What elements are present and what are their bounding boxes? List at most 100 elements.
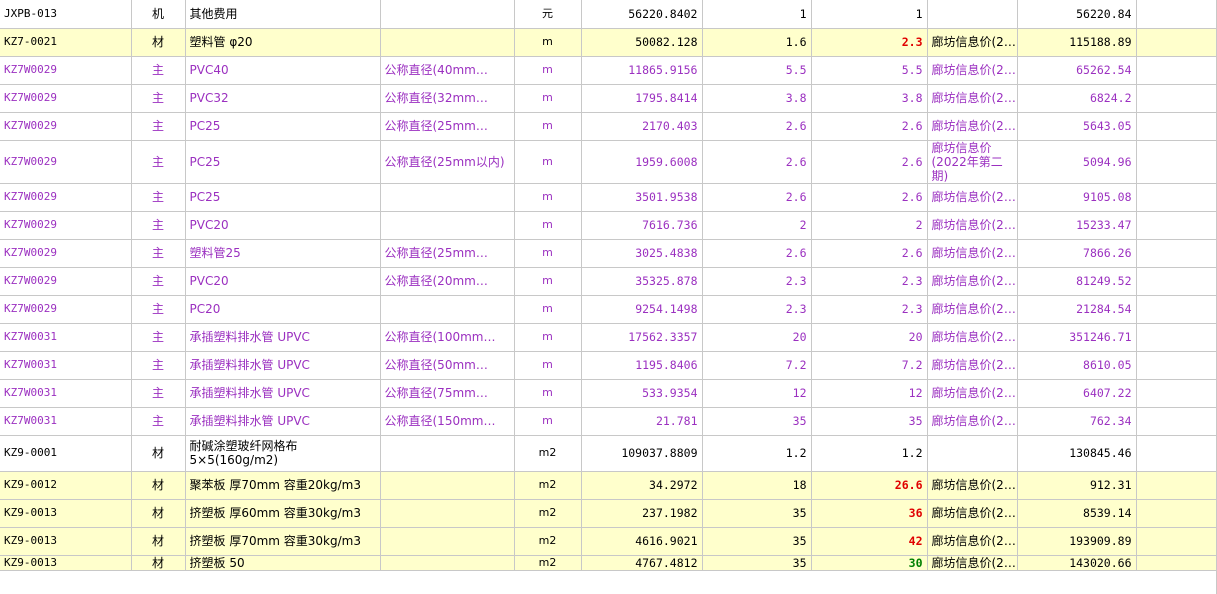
cell-spec[interactable]: 公称直径(50mm… — [380, 351, 515, 380]
cell-quantity[interactable]: 17562.3357 — [581, 323, 703, 352]
cell-unit[interactable]: m2 — [514, 471, 582, 500]
cell-empty[interactable] — [1136, 351, 1217, 380]
cell-quantity[interactable]: 50082.128 — [581, 28, 703, 57]
cell-total[interactable]: 143020.66 — [1017, 555, 1137, 571]
cell-quantity[interactable]: 1959.6008 — [581, 140, 703, 184]
cell-code[interactable]: JXPB-013 — [0, 0, 132, 29]
cell-total[interactable]: 81249.52 — [1017, 267, 1137, 296]
table-row[interactable]: KZ7W0031 主承插塑料排水管 UPVC 公称直径(50mm… m 1195.840… — [0, 351, 1217, 380]
cell-code[interactable]: KZ7W0029 — [0, 112, 132, 141]
cell-unit[interactable]: m — [514, 351, 582, 380]
cell-budget-price[interactable]: 18 — [702, 471, 812, 500]
table-row[interactable]: KZ7W0029 主 PC25 m 3501.9538 2.6 2.6 廊坊信息价(2… 910… — [0, 183, 1217, 212]
cell-budget-price[interactable]: 2.3 — [702, 267, 812, 296]
cell-empty[interactable] — [1136, 407, 1217, 436]
cell-type[interactable]: 材 — [131, 555, 186, 571]
cell-type[interactable]: 材 — [131, 471, 186, 500]
table-row[interactable]: KZ9-0013 材挤塑板 50 m2 4767.4812 35 30 廊坊信息价(2… 14… — [0, 555, 1217, 571]
cell-code[interactable]: KZ7W0029 — [0, 140, 132, 184]
cell-code[interactable]: KZ7W0029 — [0, 267, 132, 296]
cell-budget-price[interactable]: 3.8 — [702, 84, 812, 113]
cell-empty[interactable] — [1136, 499, 1217, 528]
cell-unit[interactable]: m — [514, 379, 582, 408]
cell-total[interactable]: 21284.54 — [1017, 295, 1137, 324]
cell-market-price[interactable]: 2.3 — [811, 295, 928, 324]
table-row[interactable]: KZ9-0013 材挤塑板 厚60mm 容重30kg/m3 m2 237.1982 35… — [0, 499, 1217, 528]
cell-market-price[interactable]: 3.8 — [811, 84, 928, 113]
cell-quantity[interactable]: 21.781 — [581, 407, 703, 436]
cell-code[interactable]: KZ7W0031 — [0, 379, 132, 408]
cell-total[interactable]: 56220.84 — [1017, 0, 1137, 29]
cell-type[interactable]: 主 — [131, 295, 186, 324]
cell-price-source[interactable]: 廊坊信息价(2… — [927, 471, 1018, 500]
cell-name[interactable]: PVC32 — [185, 84, 381, 113]
cell-empty[interactable] — [1136, 140, 1217, 184]
cell-spec[interactable] — [380, 211, 515, 240]
cell-price-source[interactable]: 廊坊信息价(2… — [927, 211, 1018, 240]
cell-market-price[interactable]: 2.6 — [811, 140, 928, 184]
cell-budget-price[interactable]: 35 — [702, 555, 812, 571]
cell-budget-price[interactable]: 12 — [702, 379, 812, 408]
cell-budget-price[interactable]: 2 — [702, 211, 812, 240]
cell-type[interactable]: 主 — [131, 112, 186, 141]
cell-code[interactable]: KZ7W0029 — [0, 295, 132, 324]
cell-type[interactable]: 材 — [131, 435, 186, 472]
cell-quantity[interactable]: 56220.8402 — [581, 0, 703, 29]
cell-total[interactable]: 5094.96 — [1017, 140, 1137, 184]
table-row[interactable]: KZ7W0029 主 PVC20 m 7616.736 2 2 廊坊信息价(2… 15233.4… — [0, 211, 1217, 240]
cell-name[interactable]: 承插塑料排水管 UPVC — [185, 323, 381, 352]
cell-unit[interactable]: m2 — [514, 499, 582, 528]
cell-code[interactable]: KZ9-0013 — [0, 555, 132, 571]
cell-spec[interactable] — [380, 0, 515, 29]
cell-name[interactable]: 挤塑板 50 — [185, 555, 381, 571]
table-row[interactable]: KZ9-0012 材聚苯板 厚70mm 容重20kg/m3 m2 34.2972 18 2… — [0, 471, 1217, 500]
cell-price-source[interactable] — [927, 0, 1018, 29]
cell-type[interactable]: 主 — [131, 407, 186, 436]
cell-total[interactable]: 351246.71 — [1017, 323, 1137, 352]
cell-unit[interactable]: m — [514, 56, 582, 85]
cell-name[interactable]: PC25 — [185, 112, 381, 141]
table-row[interactable]: JXPB-013 机其他费用元 56220.8402 1 1 56220.84 — [0, 0, 1217, 29]
cell-market-price[interactable]: 7.2 — [811, 351, 928, 380]
cell-price-source[interactable]: 廊坊信息价(2… — [927, 267, 1018, 296]
cell-name[interactable]: PVC20 — [185, 211, 381, 240]
cell-unit[interactable]: m2 — [514, 435, 582, 472]
cell-unit[interactable]: m — [514, 211, 582, 240]
cell-code[interactable]: KZ7W0031 — [0, 323, 132, 352]
cell-total[interactable]: 15233.47 — [1017, 211, 1137, 240]
cell-quantity[interactable]: 1195.8406 — [581, 351, 703, 380]
cell-empty[interactable] — [1136, 211, 1217, 240]
table-row[interactable]: KZ7W0031 主承插塑料排水管 UPVC 公称直径(75mm… m 533.9354… — [0, 379, 1217, 408]
cell-price-source[interactable]: 廊坊信息价(2… — [927, 56, 1018, 85]
cell-name[interactable]: 耐碱涂塑玻纤网格布 5×5(160g/m2) — [185, 435, 381, 472]
cell-spec[interactable]: 公称直径(100mm… — [380, 323, 515, 352]
cell-spec[interactable] — [380, 499, 515, 528]
cell-type[interactable]: 材 — [131, 527, 186, 556]
table-row[interactable]: KZ7W0031 主承插塑料排水管 UPVC 公称直径(100mm… m 17562.3… — [0, 323, 1217, 352]
cell-empty[interactable] — [1136, 56, 1217, 85]
cell-budget-price[interactable]: 35 — [702, 527, 812, 556]
cell-name[interactable]: 塑料管25 — [185, 239, 381, 268]
cell-spec[interactable]: 公称直径(40mm… — [380, 56, 515, 85]
cell-type[interactable]: 材 — [131, 28, 186, 57]
cell-code[interactable]: KZ7W0029 — [0, 56, 132, 85]
cell-type[interactable]: 主 — [131, 183, 186, 212]
table-row[interactable]: KZ9-0013 材挤塑板 厚70mm 容重30kg/m3 m2 4616.9021 3… — [0, 527, 1217, 556]
cell-market-price[interactable]: 30 — [811, 555, 928, 571]
cell-unit[interactable]: m — [514, 112, 582, 141]
cell-price-source[interactable]: 廊坊信息价(2… — [927, 295, 1018, 324]
cell-price-source[interactable]: 廊坊信息价(2… — [927, 407, 1018, 436]
cell-name[interactable]: PVC20 — [185, 267, 381, 296]
cell-market-price[interactable]: 35 — [811, 407, 928, 436]
cell-type[interactable]: 主 — [131, 351, 186, 380]
cell-price-source[interactable]: 廊坊信息价(2… — [927, 323, 1018, 352]
cell-price-source[interactable]: 廊坊信息价(2… — [927, 239, 1018, 268]
cell-unit[interactable]: m — [514, 267, 582, 296]
cell-market-price[interactable]: 2.3 — [811, 267, 928, 296]
cell-empty[interactable] — [1136, 295, 1217, 324]
cell-type[interactable]: 机 — [131, 0, 186, 29]
cell-name[interactable]: PVC40 — [185, 56, 381, 85]
cell-unit[interactable]: 元 — [514, 0, 582, 29]
cell-code[interactable]: KZ7W0029 — [0, 211, 132, 240]
cell-name[interactable]: 塑料管 φ20 — [185, 28, 381, 57]
